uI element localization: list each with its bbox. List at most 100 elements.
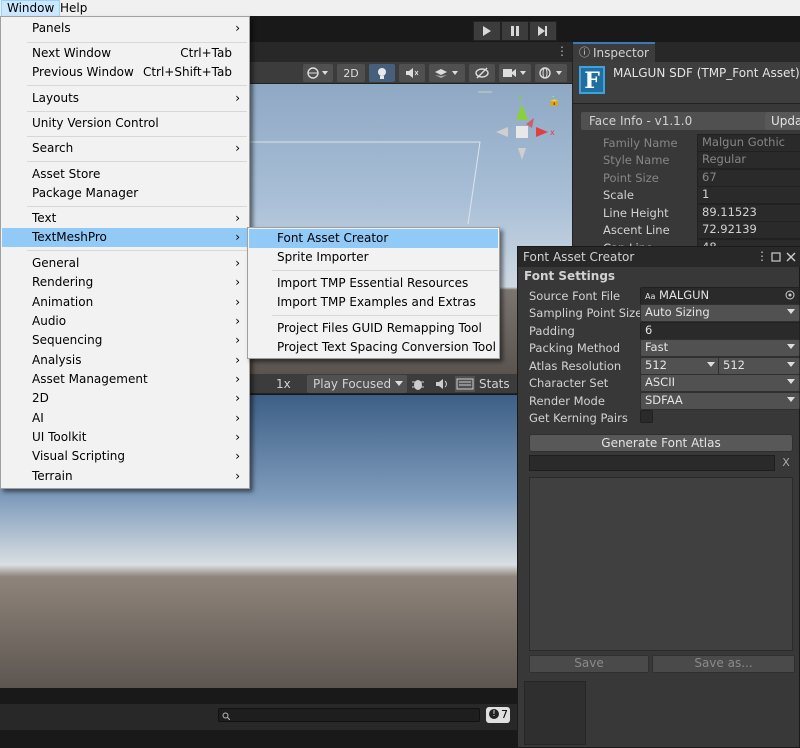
audio-toggle[interactable]: [399, 64, 425, 82]
keyboard-toggle[interactable]: [455, 376, 475, 392]
menu-item-visual-scripting[interactable]: Visual Scripting ›: [2, 447, 248, 466]
inspector-header: F MALGUN SDF (TMP_Font Asset): [573, 62, 800, 104]
object-picker-icon[interactable]: [785, 290, 795, 300]
font-settings-heading: Font Settings: [524, 269, 616, 283]
character-set-dropdown[interactable]: ASCII: [640, 374, 800, 392]
fac-titlebar: Font Asset Creator ⋮: [518, 247, 800, 267]
menu-item-analysis[interactable]: Analysis ›: [2, 351, 248, 370]
atlas-width-value: 512: [645, 358, 667, 372]
menu-item-layouts[interactable]: Layouts ›: [2, 89, 248, 108]
speaker-icon[interactable]: [435, 378, 449, 390]
line-height-label: Line Height: [603, 206, 669, 220]
chevron-down-icon: [787, 379, 795, 384]
menu-item-animation[interactable]: Animation ›: [2, 293, 248, 312]
menubar: Window Help: [0, 0, 800, 18]
menu-item-general[interactable]: General ›: [2, 254, 248, 273]
submenu-font-asset-creator[interactable]: Font Asset Creator: [249, 229, 498, 248]
console-search-input[interactable]: [218, 708, 480, 722]
stats-toggle[interactable]: Stats: [479, 377, 510, 391]
kebab-menu-icon[interactable]: ⋮: [556, 44, 568, 58]
audio-mute-icon: [406, 68, 419, 78]
fac-menu-icon[interactable]: ⋮: [756, 249, 768, 263]
gizmo-globe-icon: [539, 67, 562, 79]
menu-item-sequencing[interactable]: Sequencing ›: [2, 331, 248, 350]
menu-item-2d[interactable]: 2D ›: [2, 389, 248, 408]
close-icon[interactable]: [786, 252, 796, 262]
font-badge: Aa: [645, 292, 656, 301]
tab-inspector[interactable]: ⓘ Inspector: [573, 42, 655, 62]
scale-field[interactable]: 1: [697, 186, 800, 204]
menu-item-package-manager[interactable]: Package Manager: [2, 184, 248, 203]
font-asset-creator-window: Font Asset Creator ⋮ Font Settings Sourc…: [517, 246, 800, 748]
ascent-line-field[interactable]: 72.92139: [697, 221, 800, 239]
step-button[interactable]: [529, 21, 557, 41]
svg-text:y: y: [518, 93, 523, 102]
kerning-pairs-label: Get Kerning Pairs: [529, 411, 628, 425]
line-height-field[interactable]: 89.11523: [697, 204, 800, 222]
menu-item-unity-version-control[interactable]: Unity Version Control: [2, 114, 248, 133]
tab-inspector-label: Inspector: [593, 46, 649, 60]
camera-dropdown[interactable]: [499, 64, 531, 82]
source-font-field[interactable]: Aa MALGUN: [640, 287, 800, 305]
pause-button[interactable]: [501, 21, 529, 41]
gizmos-dropdown[interactable]: [535, 64, 567, 82]
menu-item-textmeshpro[interactable]: TextMeshPro ›: [2, 228, 248, 247]
menu-help[interactable]: Help: [55, 0, 92, 16]
submenu-import-essential-resources[interactable]: Import TMP Essential Resources: [249, 274, 498, 293]
generate-font-atlas-button[interactable]: Generate Font Atlas: [529, 434, 793, 452]
menu-item-ai[interactable]: AI ›: [2, 409, 248, 428]
scene-visibility-toggle[interactable]: [469, 64, 495, 82]
clear-button[interactable]: X: [779, 455, 793, 471]
sampling-point-size-dropdown[interactable]: Auto Sizing: [640, 304, 800, 322]
update-button[interactable]: Upda: [765, 112, 800, 130]
menu-item-asset-management[interactable]: Asset Management ›: [2, 370, 248, 389]
atlas-height-dropdown[interactable]: 512: [718, 357, 800, 375]
padding-field[interactable]: 6: [640, 322, 800, 340]
submenu-text-spacing-conversion-tool[interactable]: Project Text Spacing Conversion Tool: [249, 338, 498, 357]
inspector-tabbar: ⓘ Inspector: [573, 42, 800, 62]
character-set-label: Character Set: [529, 376, 609, 390]
sampling-point-size-label: Sampling Point Size: [529, 306, 643, 320]
draw-mode-button[interactable]: [303, 64, 333, 82]
svg-text:x: x: [550, 128, 555, 137]
menu-item-ui-toolkit[interactable]: UI Toolkit ›: [2, 428, 248, 447]
chevron-down-icon: [707, 362, 715, 367]
bug-icon[interactable]: [411, 377, 425, 391]
console-message-count[interactable]: ! 7: [486, 707, 510, 723]
menu-item-audio[interactable]: Audio ›: [2, 312, 248, 331]
save-as-button[interactable]: Save as...: [652, 655, 795, 673]
chevron-down-icon: [787, 397, 795, 402]
style-name-field: Regular: [697, 151, 800, 169]
menu-item-next-window[interactable]: Next Window Ctrl+Tab: [2, 44, 248, 63]
menu-item-asset-store[interactable]: Asset Store: [2, 165, 248, 184]
submenu-sprite-importer[interactable]: Sprite Importer: [249, 248, 498, 267]
menu-item-text[interactable]: Text ›: [2, 209, 248, 228]
game-scale-label[interactable]: 1x: [276, 377, 291, 391]
packing-method-dropdown[interactable]: Fast: [640, 339, 800, 357]
ascent-line-label: Ascent Line: [603, 223, 670, 237]
lighting-toggle[interactable]: [369, 64, 395, 82]
render-value: SDFAA: [645, 393, 683, 407]
toggle-2d-button[interactable]: 2D: [337, 64, 365, 82]
submenu-guid-remapping-tool[interactable]: Project Files GUID Remapping Tool: [249, 319, 498, 338]
render-mode-dropdown[interactable]: SDFAA: [640, 392, 800, 410]
submenu-import-examples[interactable]: Import TMP Examples and Extras: [249, 293, 498, 312]
maximize-icon[interactable]: [771, 252, 781, 262]
menu-item-panels[interactable]: Panels ›: [2, 19, 248, 38]
menu-item-search[interactable]: Search ›: [2, 139, 248, 158]
pause-icon: [511, 26, 519, 36]
lock-icon[interactable]: 🔒: [548, 96, 560, 107]
menu-item-previous-window[interactable]: Previous Window Ctrl+Shift+Tab: [2, 63, 248, 82]
output-log-area[interactable]: [529, 477, 793, 651]
menu-item-terrain[interactable]: Terrain ›: [2, 467, 248, 486]
effects-dropdown[interactable]: [429, 64, 465, 82]
play-button[interactable]: [473, 21, 501, 41]
save-button[interactable]: Save: [529, 655, 649, 673]
menu-item-rendering[interactable]: Rendering ›: [2, 273, 248, 292]
console-count-label: 7: [501, 708, 508, 721]
kerning-pairs-checkbox[interactable]: [640, 410, 653, 423]
info-circle-icon: ⓘ: [579, 46, 590, 59]
play-mode-dropdown[interactable]: Play Focused: [307, 375, 407, 393]
atlas-width-dropdown[interactable]: 512: [640, 357, 720, 375]
chevron-down-icon: [787, 309, 795, 314]
